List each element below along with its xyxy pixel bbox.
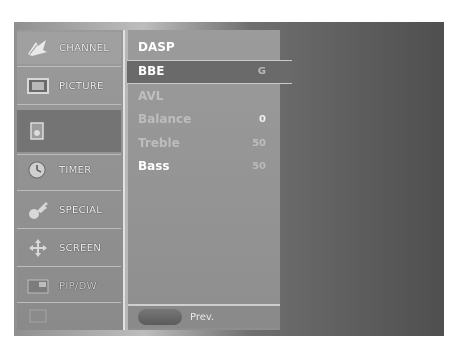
divider — [17, 66, 121, 67]
menu-item-bass[interactable]: Bass 50 — [138, 156, 278, 176]
sidebar-item-sound[interactable] — [17, 110, 121, 152]
speaker-icon — [25, 121, 51, 141]
blank-icon — [25, 306, 51, 326]
prev-button-icon[interactable] — [138, 309, 182, 325]
menu-item-label: Balance — [138, 112, 192, 126]
menu-item-label: Bass — [138, 159, 170, 173]
menu-item-label: DASP — [138, 40, 175, 54]
menu-item-bbe[interactable]: BBE G — [138, 61, 278, 81]
sidebar-item-label: SCREEN — [59, 242, 102, 254]
sidebar-item-label: TIMER — [59, 164, 92, 176]
pip-icon — [25, 276, 51, 296]
sidebar-item-screen[interactable]: SCREEN — [17, 232, 121, 264]
bottom-nav-bar: Prev. — [128, 304, 280, 328]
sidebar-item-label: PICTURE — [59, 80, 104, 92]
main-menu-sidebar: CHANNEL PICTURE TIMER SPECIAL SCREEN PIP… — [17, 30, 125, 330]
divider — [17, 228, 121, 229]
menu-item-label: Treble — [138, 136, 180, 150]
move-arrows-icon — [25, 238, 51, 258]
menu-item-label: BBE — [138, 64, 165, 78]
menu-item-treble[interactable]: Treble 50 — [138, 133, 278, 153]
prev-label[interactable]: Prev. — [190, 312, 214, 323]
picture-frame-icon — [25, 76, 51, 96]
sidebar-item-label: SPECIAL — [59, 204, 103, 216]
sidebar-item-timer[interactable]: TIMER — [17, 154, 121, 186]
divider — [17, 266, 121, 267]
key-icon — [25, 200, 51, 220]
menu-item-value: G — [257, 65, 266, 77]
sidebar-item-picture[interactable]: PICTURE — [17, 70, 121, 102]
menu-item-avl[interactable]: AVL — [138, 86, 278, 106]
menu-item-value: 50 — [252, 160, 266, 172]
satellite-dish-icon — [25, 38, 51, 58]
sidebar-item-special[interactable]: SPECIAL — [17, 194, 121, 226]
divider — [17, 104, 121, 105]
menu-item-dasp[interactable]: DASP — [138, 37, 278, 57]
menu-item-value: 0 — [259, 113, 266, 125]
divider — [17, 302, 121, 303]
divider — [17, 190, 121, 191]
menu-item-label: AVL — [138, 89, 164, 103]
sidebar-item-blank[interactable] — [17, 304, 121, 328]
menu-item-value: 50 — [252, 137, 266, 149]
sidebar-item-channel[interactable]: CHANNEL — [17, 32, 121, 64]
sidebar-item-label: PIP/DW — [59, 280, 97, 292]
clock-icon — [25, 160, 51, 180]
sidebar-item-label: CHANNEL — [59, 42, 110, 54]
menu-item-balance[interactable]: Balance 0 — [138, 109, 278, 129]
menu-separator — [123, 30, 125, 330]
sidebar-item-pip[interactable]: PIP/DW — [17, 270, 121, 302]
